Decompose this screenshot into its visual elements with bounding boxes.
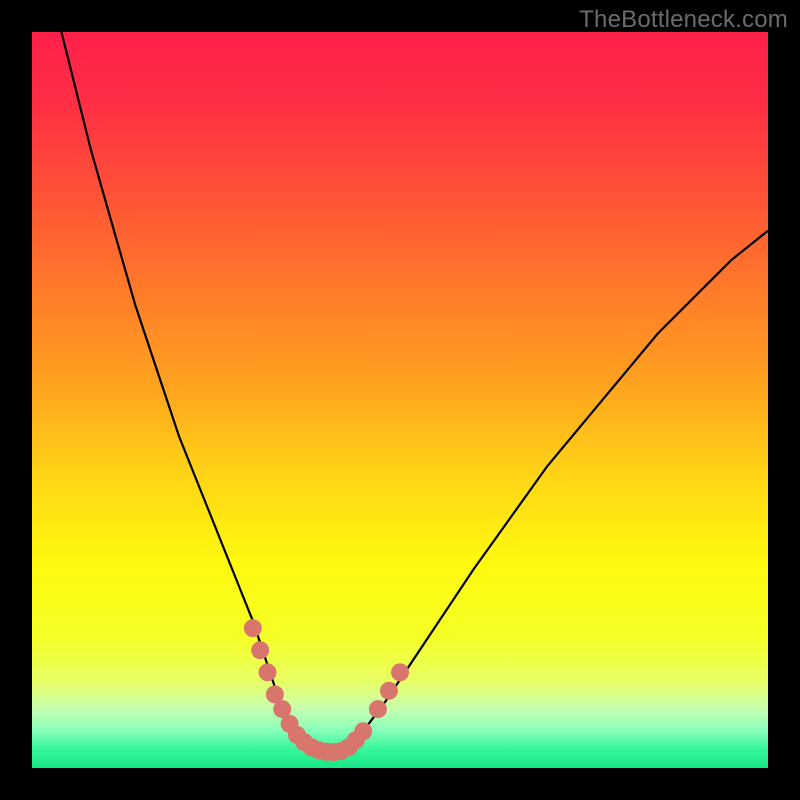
curve-layer <box>32 32 768 768</box>
marker-dot <box>244 619 262 637</box>
chart-frame: TheBottleneck.com <box>0 0 800 800</box>
marker-dot <box>354 722 372 740</box>
marker-dot <box>380 682 398 700</box>
bottleneck-curve <box>61 32 768 753</box>
marker-dot <box>259 663 277 681</box>
watermark-text: TheBottleneck.com <box>579 6 788 34</box>
marker-dot <box>251 641 269 659</box>
curve-markers <box>244 619 409 761</box>
plot-area <box>32 32 768 768</box>
marker-dot <box>391 663 409 681</box>
marker-dot <box>369 700 387 718</box>
